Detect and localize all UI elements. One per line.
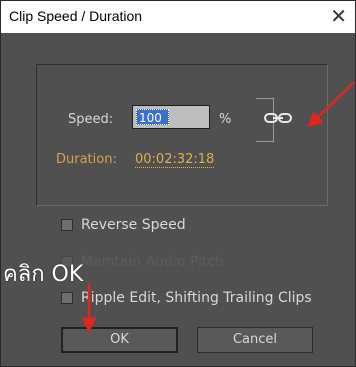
- title-bar: Clip Speed / Duration ✕: [1, 1, 355, 33]
- cancel-button[interactable]: Cancel: [197, 327, 313, 353]
- speed-input[interactable]: 100: [132, 105, 210, 129]
- annotation-click-ok: คลิก OK: [3, 262, 84, 287]
- close-icon[interactable]: ✕: [330, 4, 347, 28]
- speed-label: Speed:: [68, 112, 114, 127]
- speed-duration-group: [36, 64, 328, 206]
- duration-label: Duration:: [56, 152, 117, 167]
- reverse-speed-label: Reverse Speed: [81, 217, 186, 233]
- speed-input-value[interactable]: 100: [136, 109, 169, 125]
- maintain-audio-pitch-label: Maintain Audio Pitch: [81, 254, 225, 270]
- ok-button[interactable]: OK: [61, 327, 178, 353]
- speed-unit: %: [219, 112, 232, 127]
- chain-link-icon[interactable]: [263, 110, 293, 126]
- dialog-title: Clip Speed / Duration: [9, 8, 143, 24]
- clip-speed-duration-dialog: Clip Speed / Duration ✕ Speed: 100 % Dur…: [0, 0, 356, 367]
- ripple-edit-checkbox[interactable]: [61, 292, 73, 304]
- duration-value[interactable]: 00:02:32:18: [135, 152, 215, 168]
- ripple-edit-label: Ripple Edit, Shifting Trailing Clips: [81, 290, 312, 306]
- reverse-speed-checkbox[interactable]: [61, 219, 73, 231]
